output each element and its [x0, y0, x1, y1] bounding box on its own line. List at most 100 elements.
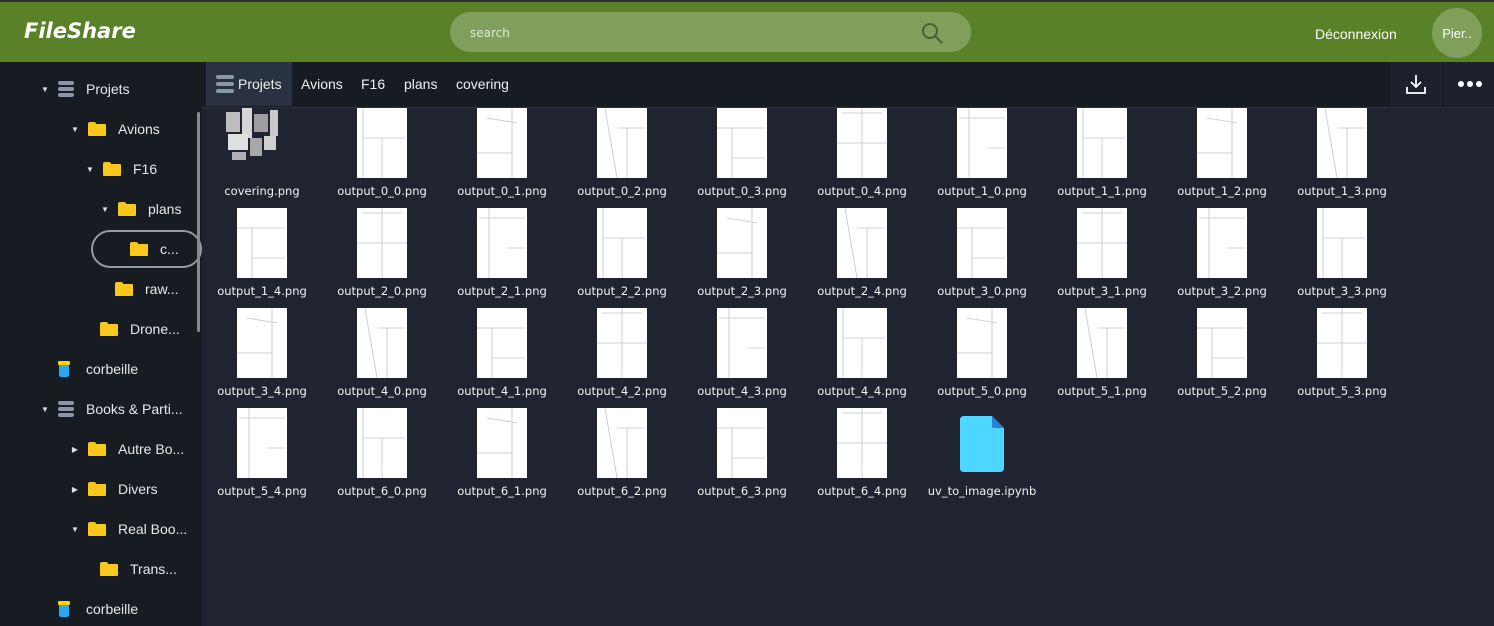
tree-item-label: plans	[148, 201, 182, 217]
file-tile[interactable]: output_6_4.png	[802, 408, 922, 508]
breadcrumb-item-projets[interactable]: Projets	[206, 62, 292, 106]
image-thumbnail	[717, 308, 767, 378]
breadcrumb-item-plans[interactable]: plans	[404, 62, 437, 106]
tree-item-label: corbeille	[86, 601, 139, 617]
file-tile[interactable]: output_5_1.png	[1042, 308, 1162, 408]
database-icon	[58, 401, 74, 417]
file-tile[interactable]: output_5_2.png	[1162, 308, 1282, 408]
search-icon[interactable]	[920, 21, 944, 45]
tree-item[interactable]: ▼ F16	[85, 149, 157, 189]
file-tile[interactable]: output_4_0.png	[322, 308, 442, 408]
breadcrumb-item-f16[interactable]: F16	[361, 62, 385, 106]
breadcrumb-item-avions[interactable]: Avions	[301, 62, 343, 106]
file-tile[interactable]: output_5_4.png	[202, 408, 322, 508]
logout-link[interactable]: Déconnexion	[1315, 26, 1397, 42]
notebook-file-icon	[960, 416, 1004, 472]
file-tile[interactable]: output_0_0.png	[322, 108, 442, 208]
file-name: output_6_1.png	[457, 484, 547, 498]
file-tile[interactable]: output_1_3.png	[1282, 108, 1402, 208]
file-tile[interactable]: output_3_1.png	[1042, 208, 1162, 308]
file-tile[interactable]: output_2_0.png	[322, 208, 442, 308]
image-thumbnail	[1317, 208, 1367, 278]
caret-right-icon[interactable]: ▶	[70, 485, 80, 494]
caret-down-icon[interactable]: ▼	[70, 525, 80, 534]
tree-item[interactable]: ▼ Projets	[40, 69, 130, 109]
tree-item-label: Divers	[118, 481, 158, 497]
file-name: output_2_4.png	[817, 284, 907, 298]
folder-icon	[130, 242, 148, 256]
tree-item[interactable]: ▼ Books & Parti...	[40, 389, 182, 429]
tree-item[interactable]: corbeille	[58, 349, 138, 389]
file-tile[interactable]: output_2_1.png	[442, 208, 562, 308]
file-tile[interactable]: output_0_1.png	[442, 108, 562, 208]
file-tile[interactable]: output_1_2.png	[1162, 108, 1282, 208]
image-thumbnail	[357, 408, 407, 478]
trash-icon	[58, 361, 70, 377]
file-tile[interactable]: output_1_4.png	[202, 208, 322, 308]
sidebar-scrollbar[interactable]	[197, 112, 200, 332]
file-tile[interactable]: output_2_3.png	[682, 208, 802, 308]
search-bar[interactable]	[450, 12, 971, 52]
file-tile[interactable]: output_2_2.png	[562, 208, 682, 308]
user-avatar[interactable]: Pier..	[1432, 8, 1482, 58]
folder-icon	[100, 322, 118, 336]
file-tile[interactable]: output_0_4.png	[802, 108, 922, 208]
tree-item-label: Autre Bo...	[118, 441, 185, 457]
tree-item-label: Projets	[86, 81, 130, 97]
file-name: output_3_2.png	[1177, 284, 1267, 298]
image-thumbnail	[1077, 308, 1127, 378]
file-tile[interactable]: output_6_3.png	[682, 408, 802, 508]
image-thumbnail	[477, 208, 527, 278]
search-input[interactable]	[470, 23, 910, 43]
tree-item[interactable]: ▶ Divers	[70, 469, 158, 509]
tree-item[interactable]: ▶ Autre Bo...	[70, 429, 184, 469]
file-tile[interactable]: output_3_3.png	[1282, 208, 1402, 308]
app-logo[interactable]: FileShare	[24, 19, 136, 43]
file-tile[interactable]: output_3_4.png	[202, 308, 322, 408]
file-tile[interactable]: output_3_0.png	[922, 208, 1042, 308]
file-tile[interactable]: output_5_3.png	[1282, 308, 1402, 408]
breadcrumb-item-covering[interactable]: covering	[456, 62, 509, 106]
file-tile[interactable]: output_0_2.png	[562, 108, 682, 208]
caret-down-icon[interactable]: ▼	[70, 125, 80, 134]
file-tile[interactable]: output_6_0.png	[322, 408, 442, 508]
tree-item[interactable]: raw...	[115, 269, 178, 309]
tree-item[interactable]: Trans...	[100, 549, 177, 589]
file-tile[interactable]: output_1_0.png	[922, 108, 1042, 208]
file-tile[interactable]: output_0_3.png	[682, 108, 802, 208]
download-button[interactable]	[1390, 62, 1442, 106]
file-name: output_3_0.png	[937, 284, 1027, 298]
file-tile[interactable]: output_1_1.png	[1042, 108, 1162, 208]
file-tile[interactable]: output_4_1.png	[442, 308, 562, 408]
file-name: output_4_0.png	[337, 384, 427, 398]
image-thumbnail	[477, 108, 527, 178]
file-tile[interactable]: output_3_2.png	[1162, 208, 1282, 308]
tree-item[interactable]: c...	[130, 229, 179, 269]
file-tile[interactable]: output_2_4.png	[802, 208, 922, 308]
tree-item[interactable]: corbeille	[58, 589, 138, 626]
file-tile[interactable]: output_6_1.png	[442, 408, 562, 508]
caret-right-icon[interactable]: ▶	[70, 445, 80, 454]
file-name: output_1_2.png	[1177, 184, 1267, 198]
file-tile[interactable]: output_4_3.png	[682, 308, 802, 408]
caret-down-icon[interactable]: ▼	[100, 205, 110, 214]
tree-item[interactable]: ▼ Real Boo...	[70, 509, 187, 549]
caret-down-icon[interactable]: ▼	[40, 405, 50, 414]
file-tile[interactable]: uv_to_image.ipynb	[922, 408, 1042, 508]
caret-down-icon[interactable]: ▼	[85, 165, 95, 174]
caret-down-icon[interactable]: ▼	[40, 85, 50, 94]
tree-item[interactable]: ▼ plans	[100, 189, 181, 229]
file-tile[interactable]: output_5_0.png	[922, 308, 1042, 408]
folder-icon	[88, 522, 106, 536]
file-tile[interactable]: output_4_2.png	[562, 308, 682, 408]
more-options-button[interactable]	[1444, 62, 1494, 106]
image-thumbnail	[1197, 108, 1247, 178]
tree-item[interactable]: Drone...	[100, 309, 180, 349]
file-tile[interactable]: output_4_4.png	[802, 308, 922, 408]
image-thumbnail	[597, 208, 647, 278]
tree-item[interactable]: ▼ Avions	[70, 109, 160, 149]
file-name: output_5_2.png	[1177, 384, 1267, 398]
file-tile[interactable]: covering.png	[202, 108, 322, 208]
file-name: output_5_0.png	[937, 384, 1027, 398]
file-tile[interactable]: output_6_2.png	[562, 408, 682, 508]
